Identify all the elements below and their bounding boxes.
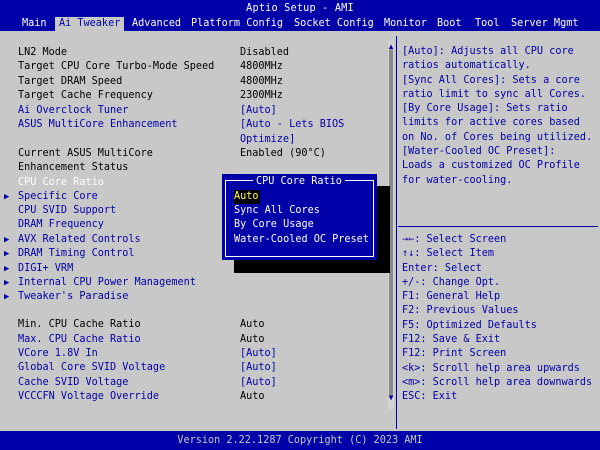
panel-divider — [396, 36, 397, 429]
help-line: [By Core Usage]: Sets ratio — [402, 103, 568, 115]
submenu-tweakers-paradise[interactable]: ▶ Tweaker's Paradise — [4, 290, 129, 304]
submenu-arrow-icon: ▶ — [4, 192, 10, 202]
setting-cache-frequency-value: 2300MHz — [240, 90, 283, 101]
submenu-arrow-icon: ▶ — [4, 264, 10, 274]
setting-current-multicore-label-cont: Enhancement Status — [18, 162, 129, 173]
tab-monitor[interactable]: Monitor — [384, 17, 427, 31]
setting-global-core-svid-value[interactable]: [Auto] — [240, 361, 277, 375]
tab-boot[interactable]: Boot — [437, 17, 462, 31]
tab-tool[interactable]: Tool — [475, 17, 500, 31]
scroll-down-arrow-icon[interactable]: ▼ — [388, 394, 394, 402]
setting-vcore-18v-label[interactable]: VCore 1.8V In — [18, 347, 98, 361]
keys-separator — [398, 226, 598, 227]
setting-ln2-mode-value: Disabled — [240, 47, 290, 58]
setting-vcore-18v-value[interactable]: [Auto] — [240, 347, 277, 361]
submenu-digi-vrm[interactable]: ▶ DIGI+ VRM — [4, 262, 74, 276]
help-line: [Water-Cooled OC Preset]: — [402, 146, 556, 158]
key-legend-line: F12: Print Screen — [402, 348, 507, 360]
submenu-label: DIGI+ VRM — [18, 263, 74, 274]
setting-min-cache-ratio-value[interactable]: Auto — [240, 318, 265, 332]
setting-multicore-enhancement-value[interactable]: [Auto - Lets BIOS — [240, 118, 344, 132]
submenu-arrow-icon: ▶ — [4, 278, 10, 288]
setting-ln2-mode-label: LN2 Mode — [18, 47, 68, 58]
setting-dram-speed-label: Target DRAM Speed — [18, 76, 123, 87]
setting-turbo-speed-value: 4800MHz — [240, 61, 283, 72]
bios-title: Aptio Setup - AMI — [246, 3, 354, 14]
setting-cache-svid-value[interactable]: [Auto] — [240, 376, 277, 390]
tab-platform-config[interactable]: Platform Config — [191, 17, 283, 31]
popup-option-water-cooled-oc-preset[interactable]: Water-Cooled OC Preset — [234, 233, 369, 247]
key-legend-line: +/-: Change Opt. — [402, 276, 501, 288]
submenu-arrow-icon: ▶ — [4, 292, 10, 302]
footer-version: Version 2.22.1287 Copyright (C) 2023 AMI — [177, 435, 423, 446]
setting-turbo-speed-label: Target CPU Core Turbo-Mode Speed — [18, 61, 215, 72]
key-legend-line: F1: General Help — [402, 291, 501, 303]
setting-cache-frequency-label: Target Cache Frequency — [18, 90, 153, 101]
help-line: [Sync All Cores]: Sets a core — [402, 74, 580, 86]
setting-cpu-core-ratio-label[interactable]: CPU Core Ratio — [18, 176, 104, 190]
submenu-dram-timing-control[interactable]: ▶ DRAM Timing Control — [4, 247, 135, 261]
setting-current-multicore-label: Current ASUS MultiCore — [18, 148, 153, 159]
help-line: ratio limit to sync all Cores. — [402, 88, 587, 100]
submenu-label: Specific Core — [18, 191, 98, 202]
help-line: Loads a customized OC Profile — [402, 160, 580, 172]
setting-global-core-svid-label[interactable]: Global Core SVID Voltage — [18, 361, 165, 375]
popup-option-by-core-usage[interactable]: By Core Usage — [234, 218, 314, 232]
setting-max-cache-ratio-value[interactable]: Auto — [240, 333, 265, 347]
submenu-label: DRAM Timing Control — [18, 248, 135, 259]
key-legend-line: →←: Select Screen — [402, 234, 507, 245]
tab-server-mgmt[interactable]: Server Mgmt — [511, 17, 578, 31]
key-legend-line: F5: Optimized Defaults — [402, 319, 537, 331]
help-line: on No. of Cores being utilized. — [402, 131, 593, 143]
tab-socket-config[interactable]: Socket Config — [294, 17, 374, 31]
submenu-internal-cpu-power-management[interactable]: ▶ Internal CPU Power Management — [4, 276, 196, 290]
setting-vcccfn-override-label[interactable]: VCCCFN Voltage Override — [18, 390, 159, 404]
submenu-avx-related-controls[interactable]: ▶ AVX Related Controls — [4, 233, 141, 247]
setting-max-cache-ratio-label[interactable]: Max. CPU Cache Ratio — [18, 333, 141, 347]
tab-ai-tweaker[interactable]: Ai Tweaker — [55, 17, 125, 31]
key-legend-line: F2: Previous Values — [402, 305, 519, 317]
submenu-label: Tweaker's Paradise — [18, 291, 129, 302]
setting-min-cache-ratio-label[interactable]: Min. CPU Cache Ratio — [18, 318, 141, 332]
tab-main[interactable]: Main — [22, 17, 47, 31]
submenu-label: Internal CPU Power Management — [18, 277, 196, 288]
popup-option-auto[interactable]: Auto — [234, 190, 260, 204]
submenu-label: AVX Related Controls — [18, 234, 141, 245]
key-legend-line: ↑↓: Select Item — [402, 248, 495, 260]
help-line: ratios automatically. — [402, 60, 531, 72]
tab-bar: Main Ai Tweaker Advanced Platform Config… — [0, 17, 600, 31]
setting-multicore-enhancement-value-cont[interactable]: Optimize] — [240, 133, 295, 147]
submenu-arrow-icon: ▶ — [4, 235, 10, 245]
setting-ai-overclock-tuner-value[interactable]: [Auto] — [240, 104, 277, 118]
cpu-core-ratio-popup: CPU Core Ratio Auto Sync All Cores By Co… — [222, 174, 377, 260]
key-legend-line: <m>: Scroll help area downwards — [402, 376, 593, 388]
setting-dram-frequency-label[interactable]: DRAM Frequency — [18, 218, 104, 232]
setting-multicore-enhancement-label[interactable]: ASUS MultiCore Enhancement — [18, 118, 177, 132]
key-legend-line: F12: Save & Exit — [402, 334, 501, 346]
setting-cpu-svid-support-label[interactable]: CPU SVID Support — [18, 204, 116, 218]
setting-dram-speed-value: 4800MHz — [240, 76, 283, 87]
key-legend-line: <k>: Scroll help area upwards — [402, 362, 580, 374]
key-legend: →←: Select Screen ↑↓: Select Item Enter:… — [402, 233, 596, 405]
setting-vcccfn-override-value[interactable]: Auto — [240, 390, 265, 404]
help-panel: [Auto]: Adjusts all CPU core ratios auto… — [402, 45, 592, 188]
key-legend-line: ESC: Exit — [402, 391, 458, 403]
setting-current-multicore-value: Enabled (90°C) — [240, 148, 326, 159]
scroll-up-arrow-icon[interactable]: ▲ — [388, 43, 394, 51]
setting-ai-overclock-tuner-label[interactable]: Ai Overclock Tuner — [18, 104, 128, 118]
tab-advanced[interactable]: Advanced — [132, 17, 181, 31]
popup-title: CPU Core Ratio — [253, 175, 345, 189]
help-line: [Auto]: Adjusts all CPU core — [402, 46, 574, 57]
submenu-specific-core[interactable]: ▶ Specific Core — [4, 190, 98, 204]
setting-cache-svid-label[interactable]: Cache SVID Voltage — [18, 376, 128, 390]
help-line: for water-cooling. — [402, 174, 513, 186]
help-line: limits for active cores based — [402, 117, 580, 129]
key-legend-line: Enter: Select — [402, 262, 482, 274]
popup-option-sync-all-cores[interactable]: Sync All Cores — [234, 204, 320, 218]
submenu-arrow-icon: ▶ — [4, 249, 10, 259]
